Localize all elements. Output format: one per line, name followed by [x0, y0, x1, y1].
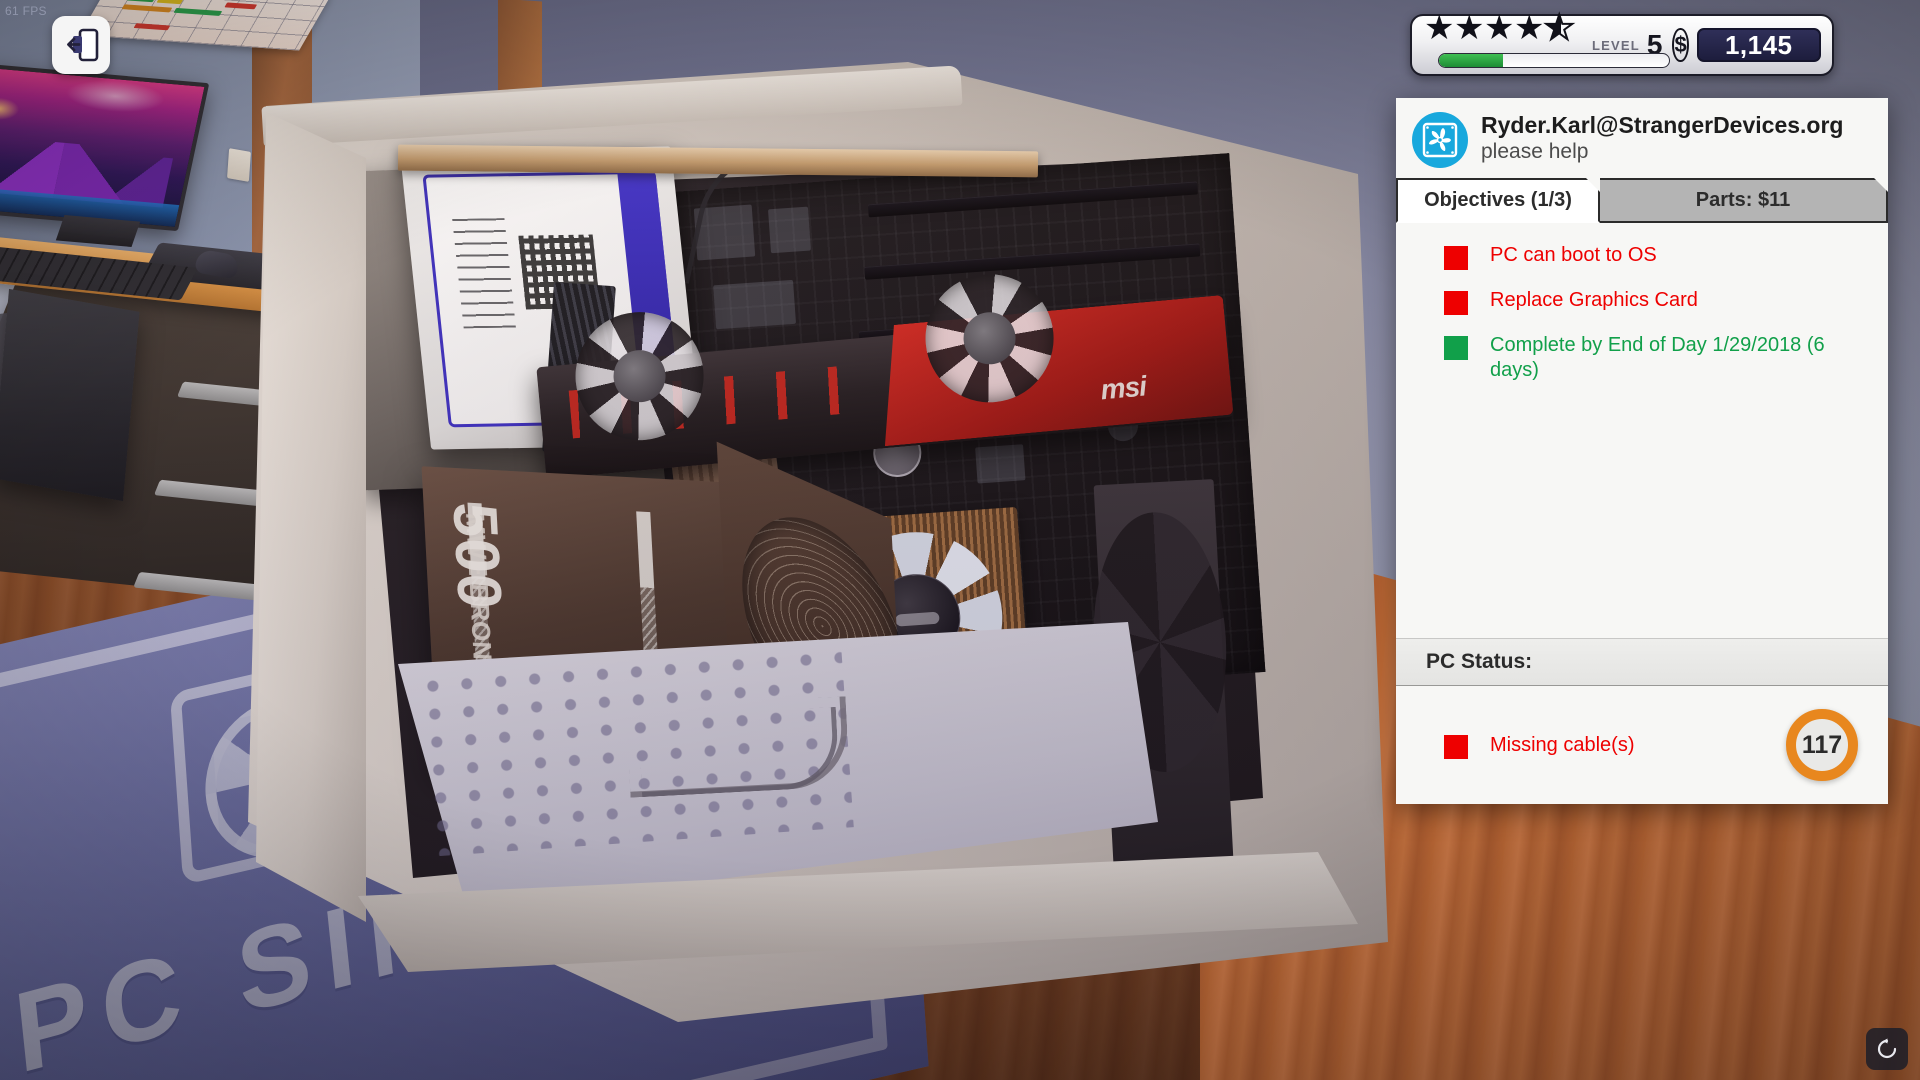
- star-icon: ★: [1424, 9, 1455, 47]
- desk-monitor: [0, 62, 210, 232]
- tab-parts[interactable]: Parts: $11: [1600, 178, 1888, 223]
- email-subject: please help: [1481, 140, 1589, 163]
- pc-status-header-label: PC Status:: [1426, 650, 1533, 673]
- sync-button[interactable]: [1866, 1028, 1908, 1070]
- xp-progress-bar: [1438, 53, 1670, 68]
- email-header: Ryder.Karl@StrangerDevices.org please he…: [1396, 98, 1888, 178]
- background-pc-tower[interactable]: [0, 288, 140, 502]
- refresh-circle-icon: [1877, 1038, 1897, 1059]
- pc-status-score-badge: 117: [1786, 709, 1858, 781]
- objective-row: Replace Graphics Card: [1396, 288, 1888, 333]
- panel-tabs: Objectives (1/3) Parts: $11: [1396, 178, 1888, 223]
- objective-row: PC can boot to OS: [1396, 243, 1888, 288]
- objective-label: Replace Graphics Card: [1490, 289, 1698, 311]
- graphics-card-brand-label: msi: [1099, 370, 1148, 406]
- pc-status-list: Missing cable(s): [1396, 732, 1634, 759]
- pc-status-body: Missing cable(s) 117: [1396, 686, 1888, 804]
- pc-status-indicator-box: [1444, 734, 1468, 759]
- objective-label: Complete by End of Day 1/29/2018 (6 days…: [1490, 334, 1825, 381]
- pc-status-row: Missing cable(s): [1396, 732, 1634, 759]
- money-value: 1,145: [1696, 28, 1821, 62]
- star-icon-outline: ★: [1543, 9, 1575, 47]
- motherboard-chip: [975, 444, 1026, 484]
- exit-button[interactable]: [52, 16, 110, 74]
- psu-wattage-label: 500: [439, 501, 515, 612]
- objective-row: Complete by End of Day 1/29/2018 (6 days…: [1396, 333, 1888, 401]
- objective-label: PC can boot to OS: [1490, 244, 1657, 266]
- fps-counter: 61 FPS: [5, 4, 47, 18]
- objective-status-box-incomplete: [1444, 291, 1468, 315]
- star-icon: ★: [1484, 9, 1515, 47]
- star-icon: ★: [1514, 9, 1545, 47]
- objective-status-box-complete: [1444, 336, 1468, 360]
- rating-stars: ★ ★ ★ ★ ★ ★: [1424, 9, 1576, 47]
- email-sender-address: Ryder.Karl@StrangerDevices.org: [1481, 112, 1844, 138]
- player-status-bar: ★ ★ ★ ★ ★ ★ LEVEL 5 $ 1,145: [1410, 9, 1834, 76]
- email-job-panel[interactable]: Ryder.Karl@StrangerDevices.org please he…: [1396, 98, 1888, 804]
- pc-status-label: Missing cable(s): [1490, 733, 1635, 756]
- objectives-list: PC can boot to OS Replace Graphics Card Co…: [1396, 223, 1888, 638]
- pc-case[interactable]: msi MWE BRONZE 500 COOLER MASTER: [248, 62, 1448, 1080]
- sender-avatar: [1412, 112, 1468, 168]
- game-screen: PC SIM: [0, 0, 1920, 1080]
- pc-status-header: PC Status:: [1396, 638, 1888, 686]
- hard-drive-label-text-lines: [452, 218, 516, 329]
- objective-status-box-incomplete: [1444, 246, 1468, 270]
- fan-logo-icon: [1422, 122, 1458, 158]
- tab-objectives[interactable]: Objectives (1/3): [1396, 178, 1600, 223]
- pcie-slot[interactable]: [867, 181, 1198, 218]
- xp-progress-fill: [1439, 54, 1504, 67]
- email-sender-block: Ryder.Karl@StrangerDevices.org please he…: [1481, 112, 1872, 165]
- pcie-slot[interactable]: [864, 243, 1201, 280]
- exit-door-icon: [67, 28, 99, 62]
- level-label: LEVEL: [1592, 37, 1640, 53]
- pc-case-front-edge: [256, 112, 366, 922]
- star-icon: ★: [1454, 9, 1485, 47]
- currency-icon: $: [1672, 28, 1689, 62]
